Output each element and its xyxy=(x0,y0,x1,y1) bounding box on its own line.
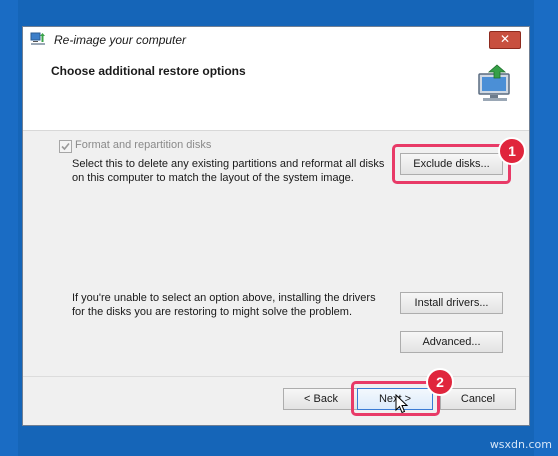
close-button[interactable]: ✕ xyxy=(489,31,521,49)
format-description: Select this to delete any existing parti… xyxy=(72,158,385,184)
restore-computer-icon xyxy=(478,64,510,101)
title-bar: Re-image your computer ✕ xyxy=(23,27,529,53)
desktop-background xyxy=(0,0,18,456)
step-badge-1: 1 xyxy=(498,137,526,165)
install-drivers-button[interactable]: Install drivers... xyxy=(400,292,503,314)
checkmark-icon xyxy=(61,142,70,151)
step-badge-2: 2 xyxy=(426,368,454,396)
reimage-dialog: Re-image your computer ✕ Choose addition… xyxy=(22,26,530,426)
window-title: Re-image your computer xyxy=(54,33,187,47)
cancel-button[interactable]: Cancel xyxy=(440,388,516,410)
advanced-button[interactable]: Advanced... xyxy=(400,331,503,353)
system-image-icon xyxy=(30,32,45,45)
desktop-background-right xyxy=(534,0,558,456)
exclude-disks-highlight xyxy=(392,144,511,184)
watermark: wsxdn.com xyxy=(489,438,552,451)
format-checkbox-label: Format and repartition disks xyxy=(75,139,212,151)
page-title: Choose additional restore options xyxy=(51,64,246,78)
drivers-description: If you're unable to select an option abo… xyxy=(72,292,376,318)
header-band: Choose additional restore options xyxy=(23,52,529,131)
back-button[interactable]: < Back xyxy=(283,388,359,410)
format-checkbox[interactable] xyxy=(59,140,72,153)
mouse-cursor-icon xyxy=(395,394,409,414)
